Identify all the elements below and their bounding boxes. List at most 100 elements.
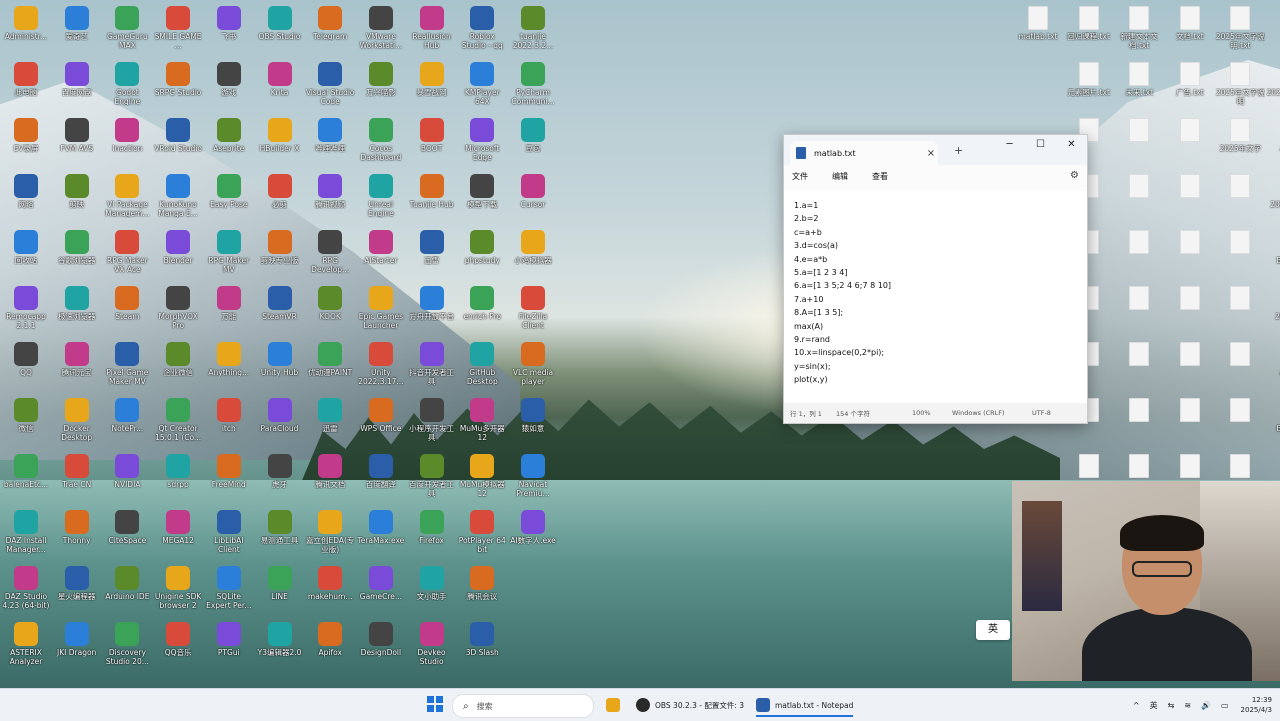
desktop-icon[interactable]: 豆包 xyxy=(508,112,558,153)
desktop-icon[interactable]: 百度开发者工具 xyxy=(407,448,457,498)
taskbar-notepad[interactable]: matlab.txt - Notepad xyxy=(756,695,854,717)
desktop-icon[interactable]: ASTERIX Analyzer xyxy=(1,616,51,666)
desktop-icon[interactable]: MuMu多开器12 xyxy=(457,392,507,442)
desktop-file-icon[interactable]: Blender xyxy=(1266,224,1280,265)
desktop-icon[interactable]: NotePr... xyxy=(102,392,152,433)
desktop-icon[interactable]: 猿如意 xyxy=(508,392,558,433)
desktop-icon[interactable]: 腾讯元宝 xyxy=(52,336,102,377)
desktop-icon[interactable]: RPG Maker VX Ace xyxy=(102,224,152,274)
desktop-file-icon[interactable]: 广告.txt xyxy=(1165,56,1215,97)
desktop-file-icon[interactable] xyxy=(1165,224,1215,256)
notepad-window[interactable]: matlab.txt × + ─ ☐ ✕ 文件 编辑 查看 ⚙ 1.a=1 2.b… xyxy=(783,134,1088,424)
desktop-icon[interactable]: ParaCloud xyxy=(255,392,305,433)
desktop-icon[interactable]: LibLibAI Client xyxy=(204,504,254,554)
notepad-editor[interactable]: 1.a=1 2.b=2 c=a+b 3.d=cos(a) 4.e=a*b 5.a=[1 2… xyxy=(784,191,1087,403)
desktop-file-icon[interactable] xyxy=(1114,112,1164,144)
desktop-icon[interactable]: PyCharm Communi... xyxy=(508,56,558,106)
desktop-icon[interactable]: 暴雪战网 xyxy=(407,56,457,97)
desktop-icon[interactable]: DesignDoll xyxy=(356,616,406,657)
desktop-icon[interactable]: Cursor xyxy=(508,168,558,209)
desktop-icon[interactable]: 网络 xyxy=(1,168,51,209)
desktop-icon[interactable]: MuMu模拟器12 xyxy=(457,448,507,498)
desktop-icon[interactable]: 回收站 xyxy=(1,224,51,265)
ime-indicator[interactable]: 英 xyxy=(976,620,1010,640)
desktop-icon[interactable]: KunoKuno Manga E... xyxy=(153,168,203,218)
desktop-file-icon[interactable] xyxy=(1215,392,1265,424)
desktop-icon[interactable]: SMILE GAME ... xyxy=(153,0,203,50)
desktop-icon[interactable]: Docker Desktop xyxy=(52,392,102,442)
desktop-file-icon[interactable]: 未来.txt xyxy=(1114,56,1164,97)
desktop-icon[interactable]: Krita xyxy=(255,56,305,97)
desktop-icon[interactable]: QQ音乐 xyxy=(153,616,203,657)
desktop-icon[interactable]: 腾讯视频 xyxy=(305,168,355,209)
desktop-icon[interactable]: KOOK xyxy=(305,280,355,321)
desktop-icon[interactable]: 星火编程器 xyxy=(52,560,102,601)
taskbar-clock[interactable]: 12:39 2025/4/3 xyxy=(1241,695,1272,715)
desktop-icon[interactable]: Epic Games Launcher xyxy=(356,280,406,330)
desktop-icon[interactable]: 剪映 xyxy=(52,168,102,209)
desktop-file-icon[interactable]: 2025年文字说明 xyxy=(1215,56,1265,106)
desktop-icon[interactable]: VI Package Managem... xyxy=(102,168,152,218)
menu-view[interactable]: 查看 xyxy=(872,171,888,182)
desktop-icon[interactable]: Arduino IDE xyxy=(102,560,152,601)
desktop-icon[interactable]: PTGui xyxy=(204,616,254,657)
desktop-icon[interactable]: DAZ Install Manager... xyxy=(1,504,51,554)
desktop-file-icon[interactable] xyxy=(1165,112,1215,144)
desktop-file-icon[interactable] xyxy=(1215,336,1265,368)
desktop-icon[interactable]: 极速浏览器 xyxy=(52,280,102,321)
menu-file[interactable]: 文件 xyxy=(792,171,808,182)
desktop-icon[interactable]: 企业微信 xyxy=(153,336,203,377)
desktop-file-icon[interactable] xyxy=(1064,448,1114,480)
desktop-icon[interactable]: SQLite Expert Per... xyxy=(204,560,254,610)
desktop-icon[interactable]: Devkeo Studio xyxy=(407,616,457,666)
desktop-icon[interactable]: GameGuru MAX xyxy=(102,0,152,50)
desktop-icon[interactable]: Thonny xyxy=(52,504,102,545)
tray-overflow-icon[interactable]: ^ xyxy=(1133,701,1140,710)
desktop-icon[interactable]: 万能 xyxy=(204,280,254,321)
desktop-icon[interactable]: DAZ Studio 4.23 (64-bit) xyxy=(1,560,51,610)
tray-ime[interactable]: 英 xyxy=(1150,700,1158,711)
desktop-icon[interactable]: 必剪 xyxy=(255,168,305,209)
close-button[interactable]: ✕ xyxy=(1056,135,1087,157)
desktop-icon[interactable]: 哔哩哔哩 xyxy=(305,112,355,153)
desktop-file-icon[interactable] xyxy=(1165,336,1215,368)
menu-edit[interactable]: 编辑 xyxy=(832,171,848,182)
status-encoding[interactable]: UTF-8 xyxy=(1032,409,1051,417)
desktop-file-icon[interactable] xyxy=(1165,168,1215,200)
desktop-icon[interactable]: Unreal Engine xyxy=(356,168,406,218)
desktop-icon[interactable]: Godot Engine xyxy=(102,56,152,106)
settings-gear-icon[interactable]: ⚙ xyxy=(1070,170,1079,181)
tab-close-icon[interactable]: × xyxy=(924,148,938,159)
desktop-file-icon[interactable]: 元素图片.txt xyxy=(1064,56,1114,97)
desktop-file-icon[interactable]: 2025.txt xyxy=(1266,280,1280,321)
desktop-icon[interactable]: Roblox Studio - qq xyxy=(457,0,507,50)
desktop-icon[interactable]: Administr... xyxy=(1,0,51,41)
desktop-file-icon[interactable] xyxy=(1165,448,1215,480)
desktop-icon[interactable]: 飞书 xyxy=(204,0,254,41)
desktop-file-icon[interactable]: 文档.txt xyxy=(1165,0,1215,41)
desktop-icon[interactable]: LINE xyxy=(255,560,305,601)
desktop-icon[interactable]: TeraMax.exe xyxy=(356,504,406,545)
desktop-icon[interactable]: Y3编辑器2.0 xyxy=(255,616,305,657)
desktop-icon[interactable]: Cocos Dashboard xyxy=(356,112,406,162)
desktop-file-icon[interactable]: 新建文本文档.txt xyxy=(1114,0,1164,50)
desktop-icon[interactable]: OBS Studio xyxy=(255,0,305,41)
desktop-icon[interactable]: Blender xyxy=(153,224,203,265)
desktop-icon[interactable]: 微信 xyxy=(1,392,51,433)
taskbar-obs[interactable]: OBS 30.2.3 - 配置文件: 3 xyxy=(636,695,744,715)
desktop-icon[interactable]: Navicat Premiu... xyxy=(508,448,558,498)
desktop-icon[interactable]: EV录屏 xyxy=(1,112,51,153)
desktop-file-icon[interactable] xyxy=(1215,224,1265,256)
maximize-button[interactable]: ☐ xyxy=(1025,135,1056,157)
desktop-file-icon[interactable] xyxy=(1114,280,1164,312)
desktop-file-icon[interactable] xyxy=(1114,448,1164,480)
tray-network-icon[interactable]: ⇆ xyxy=(1168,701,1175,710)
notepad-titlebar[interactable]: matlab.txt × + ─ ☐ ✕ xyxy=(784,135,1087,165)
desktop-icon[interactable]: 迅雷 xyxy=(407,224,457,265)
desktop-icon[interactable]: 腾讯会议 xyxy=(457,560,507,601)
desktop-icon[interactable]: 优动漫PAINT xyxy=(305,336,355,377)
desktop-icon[interactable]: AIStarter xyxy=(356,224,406,265)
desktop-icon[interactable]: 爱奇艺 xyxy=(52,0,102,41)
desktop-icon[interactable]: VMware Workstati... xyxy=(356,0,406,50)
desktop-icon[interactable]: Microsoft Edge xyxy=(457,112,507,162)
